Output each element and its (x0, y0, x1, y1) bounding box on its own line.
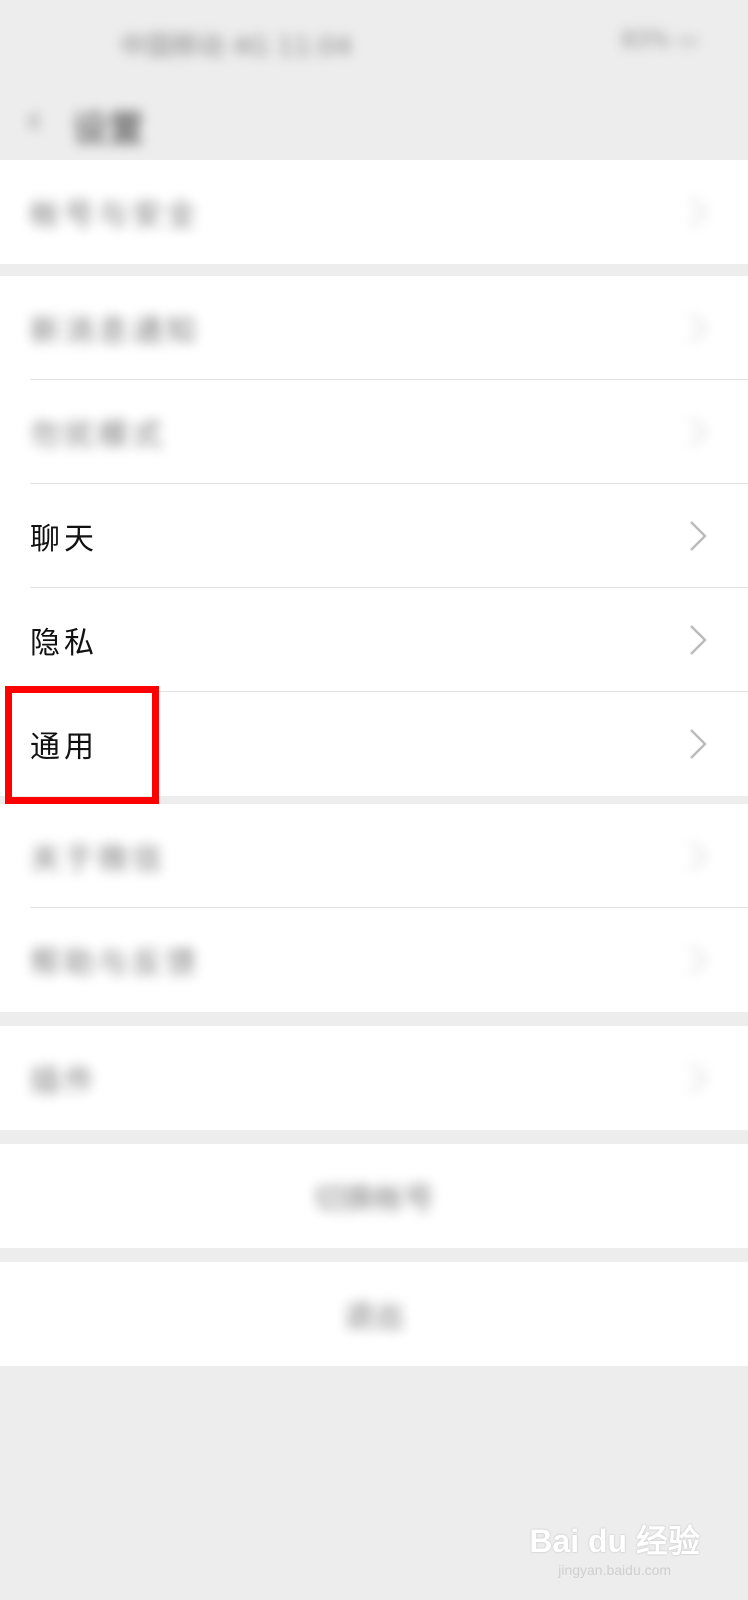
chevron-right-icon (690, 521, 707, 551)
back-arrow-icon[interactable]: ‹ (26, 98, 62, 142)
logout-label: 退出 (344, 1300, 404, 1335)
highlight-box (5, 686, 159, 804)
settings-item-plugins[interactable]: 插件 (0, 1026, 748, 1130)
settings-item-account-security[interactable]: 帐号与安全 (0, 160, 748, 264)
settings-item-label: 新消息通知 (30, 314, 200, 349)
settings-item-about[interactable]: 关于微信 (0, 804, 748, 908)
chevron-right-icon (690, 625, 707, 655)
settings-item-label: 帐号与安全 (30, 198, 200, 233)
switch-account-button[interactable]: 切换帐号 (0, 1144, 748, 1248)
switch-account-label: 切换帐号 (314, 1182, 434, 1217)
settings-item-label: 勿扰模式 (30, 418, 166, 453)
settings-item-help-feedback[interactable]: 帮助与反馈 (0, 908, 748, 1012)
chevron-right-icon (690, 729, 707, 759)
settings-item-label: 聊天 (30, 522, 98, 557)
status-bar: 中国移动 4G 11:04 83% ▭ (0, 0, 748, 80)
baidu-watermark: Bai du 经验 jingyan.baidu.com (529, 1516, 700, 1578)
chevron-right-icon (689, 416, 708, 448)
status-battery: 83% ▭ (621, 28, 698, 53)
settings-item-label: 插件 (30, 1064, 98, 1099)
settings-item-label: 帮助与反馈 (30, 946, 200, 981)
settings-group-about: 关于微信 帮助与反馈 (0, 804, 748, 1012)
settings-group-plugins: 插件 (0, 1026, 748, 1130)
chevron-right-icon (689, 1062, 708, 1094)
chevron-right-icon (689, 944, 708, 976)
status-carrier-time: 中国移动 4G 11:04 (120, 32, 353, 62)
settings-item-label: 关于微信 (30, 842, 166, 877)
settings-group-logout: 退出 (0, 1262, 748, 1366)
chevron-right-icon (689, 840, 708, 872)
chevron-right-icon (689, 312, 708, 344)
watermark-logo-text: Bai du 经验 (529, 1523, 700, 1559)
chevron-right-icon (689, 196, 708, 228)
nav-bar: ‹ 设置 (0, 80, 748, 160)
settings-group-account: 帐号与安全 (0, 160, 748, 264)
settings-item-do-not-disturb[interactable]: 勿扰模式 (0, 380, 748, 484)
page-title: 设置 (72, 109, 145, 150)
settings-item-label: 隐私 (30, 626, 98, 661)
settings-group-switch-account: 切换帐号 (0, 1144, 748, 1248)
settings-item-chat[interactable]: 聊天 (0, 484, 748, 588)
settings-item-new-message-notification[interactable]: 新消息通知 (0, 276, 748, 380)
logout-button[interactable]: 退出 (0, 1262, 748, 1366)
watermark-url: jingyan.baidu.com (558, 1562, 672, 1578)
settings-item-privacy[interactable]: 隐私 (0, 588, 748, 692)
